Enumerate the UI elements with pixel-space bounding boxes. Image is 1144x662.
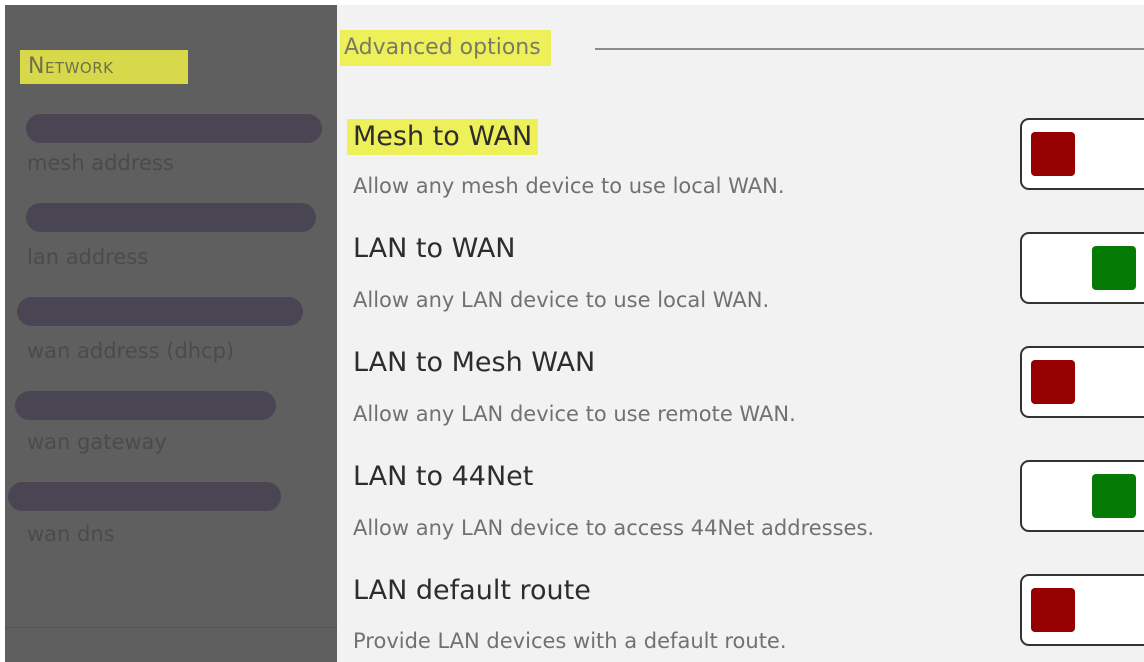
redacted-value: [8, 482, 281, 511]
toggle-knob-off: [1031, 588, 1075, 632]
toggle-knob-off: [1031, 360, 1075, 404]
lan-address-label: lan address: [27, 245, 149, 269]
option-title-lan-default-route: LAN default route: [353, 575, 591, 606]
wan-dns-label: wan dns: [27, 522, 115, 546]
advanced-options-legend: Advanced options: [340, 30, 551, 66]
option-title-lan-to-wan: LAN to WAN: [353, 233, 516, 264]
wan-address-label: wan address (dhcp): [27, 339, 235, 363]
advanced-options-panel: Advanced options Mesh to WAN Allow any m…: [337, 5, 1144, 662]
option-desc-lan-to-44net: Allow any LAN device to access 44Net add…: [353, 516, 875, 540]
toggle-knob-on: [1092, 474, 1136, 518]
legend-rule: [595, 48, 1144, 50]
wan-gateway-label: wan gateway: [27, 430, 167, 454]
option-desc-lan-default-route: Provide LAN devices with a default route…: [353, 629, 787, 653]
option-title-lan-to-mesh-wan: LAN to Mesh WAN: [353, 347, 596, 378]
toggle-lan-to-wan[interactable]: [1020, 232, 1144, 304]
network-section-title: Network: [20, 50, 188, 84]
toggle-lan-to-mesh-wan[interactable]: [1020, 346, 1144, 418]
option-title-lan-to-44net: LAN to 44Net: [353, 461, 534, 492]
option-desc-mesh-to-wan: Allow any mesh device to use local WAN.: [353, 174, 785, 198]
redacted-value: [26, 114, 322, 143]
option-desc-lan-to-mesh-wan: Allow any LAN device to use remote WAN.: [353, 402, 796, 426]
divider: [5, 627, 337, 628]
toggle-lan-default-route[interactable]: [1020, 574, 1144, 646]
option-desc-lan-to-wan: Allow any LAN device to use local WAN.: [353, 288, 770, 312]
mesh-address-label: mesh address: [27, 151, 174, 175]
option-title-mesh-to-wan: Mesh to WAN: [347, 119, 539, 155]
toggle-knob-on: [1092, 246, 1136, 290]
toggle-lan-to-44net[interactable]: [1020, 460, 1144, 532]
toggle-knob-off: [1031, 132, 1075, 176]
toggle-mesh-to-wan[interactable]: [1020, 118, 1144, 190]
network-panel: Network mesh address lan address wan add…: [5, 5, 337, 662]
redacted-value: [17, 297, 303, 326]
redacted-value: [15, 391, 276, 420]
redacted-value: [26, 203, 316, 232]
